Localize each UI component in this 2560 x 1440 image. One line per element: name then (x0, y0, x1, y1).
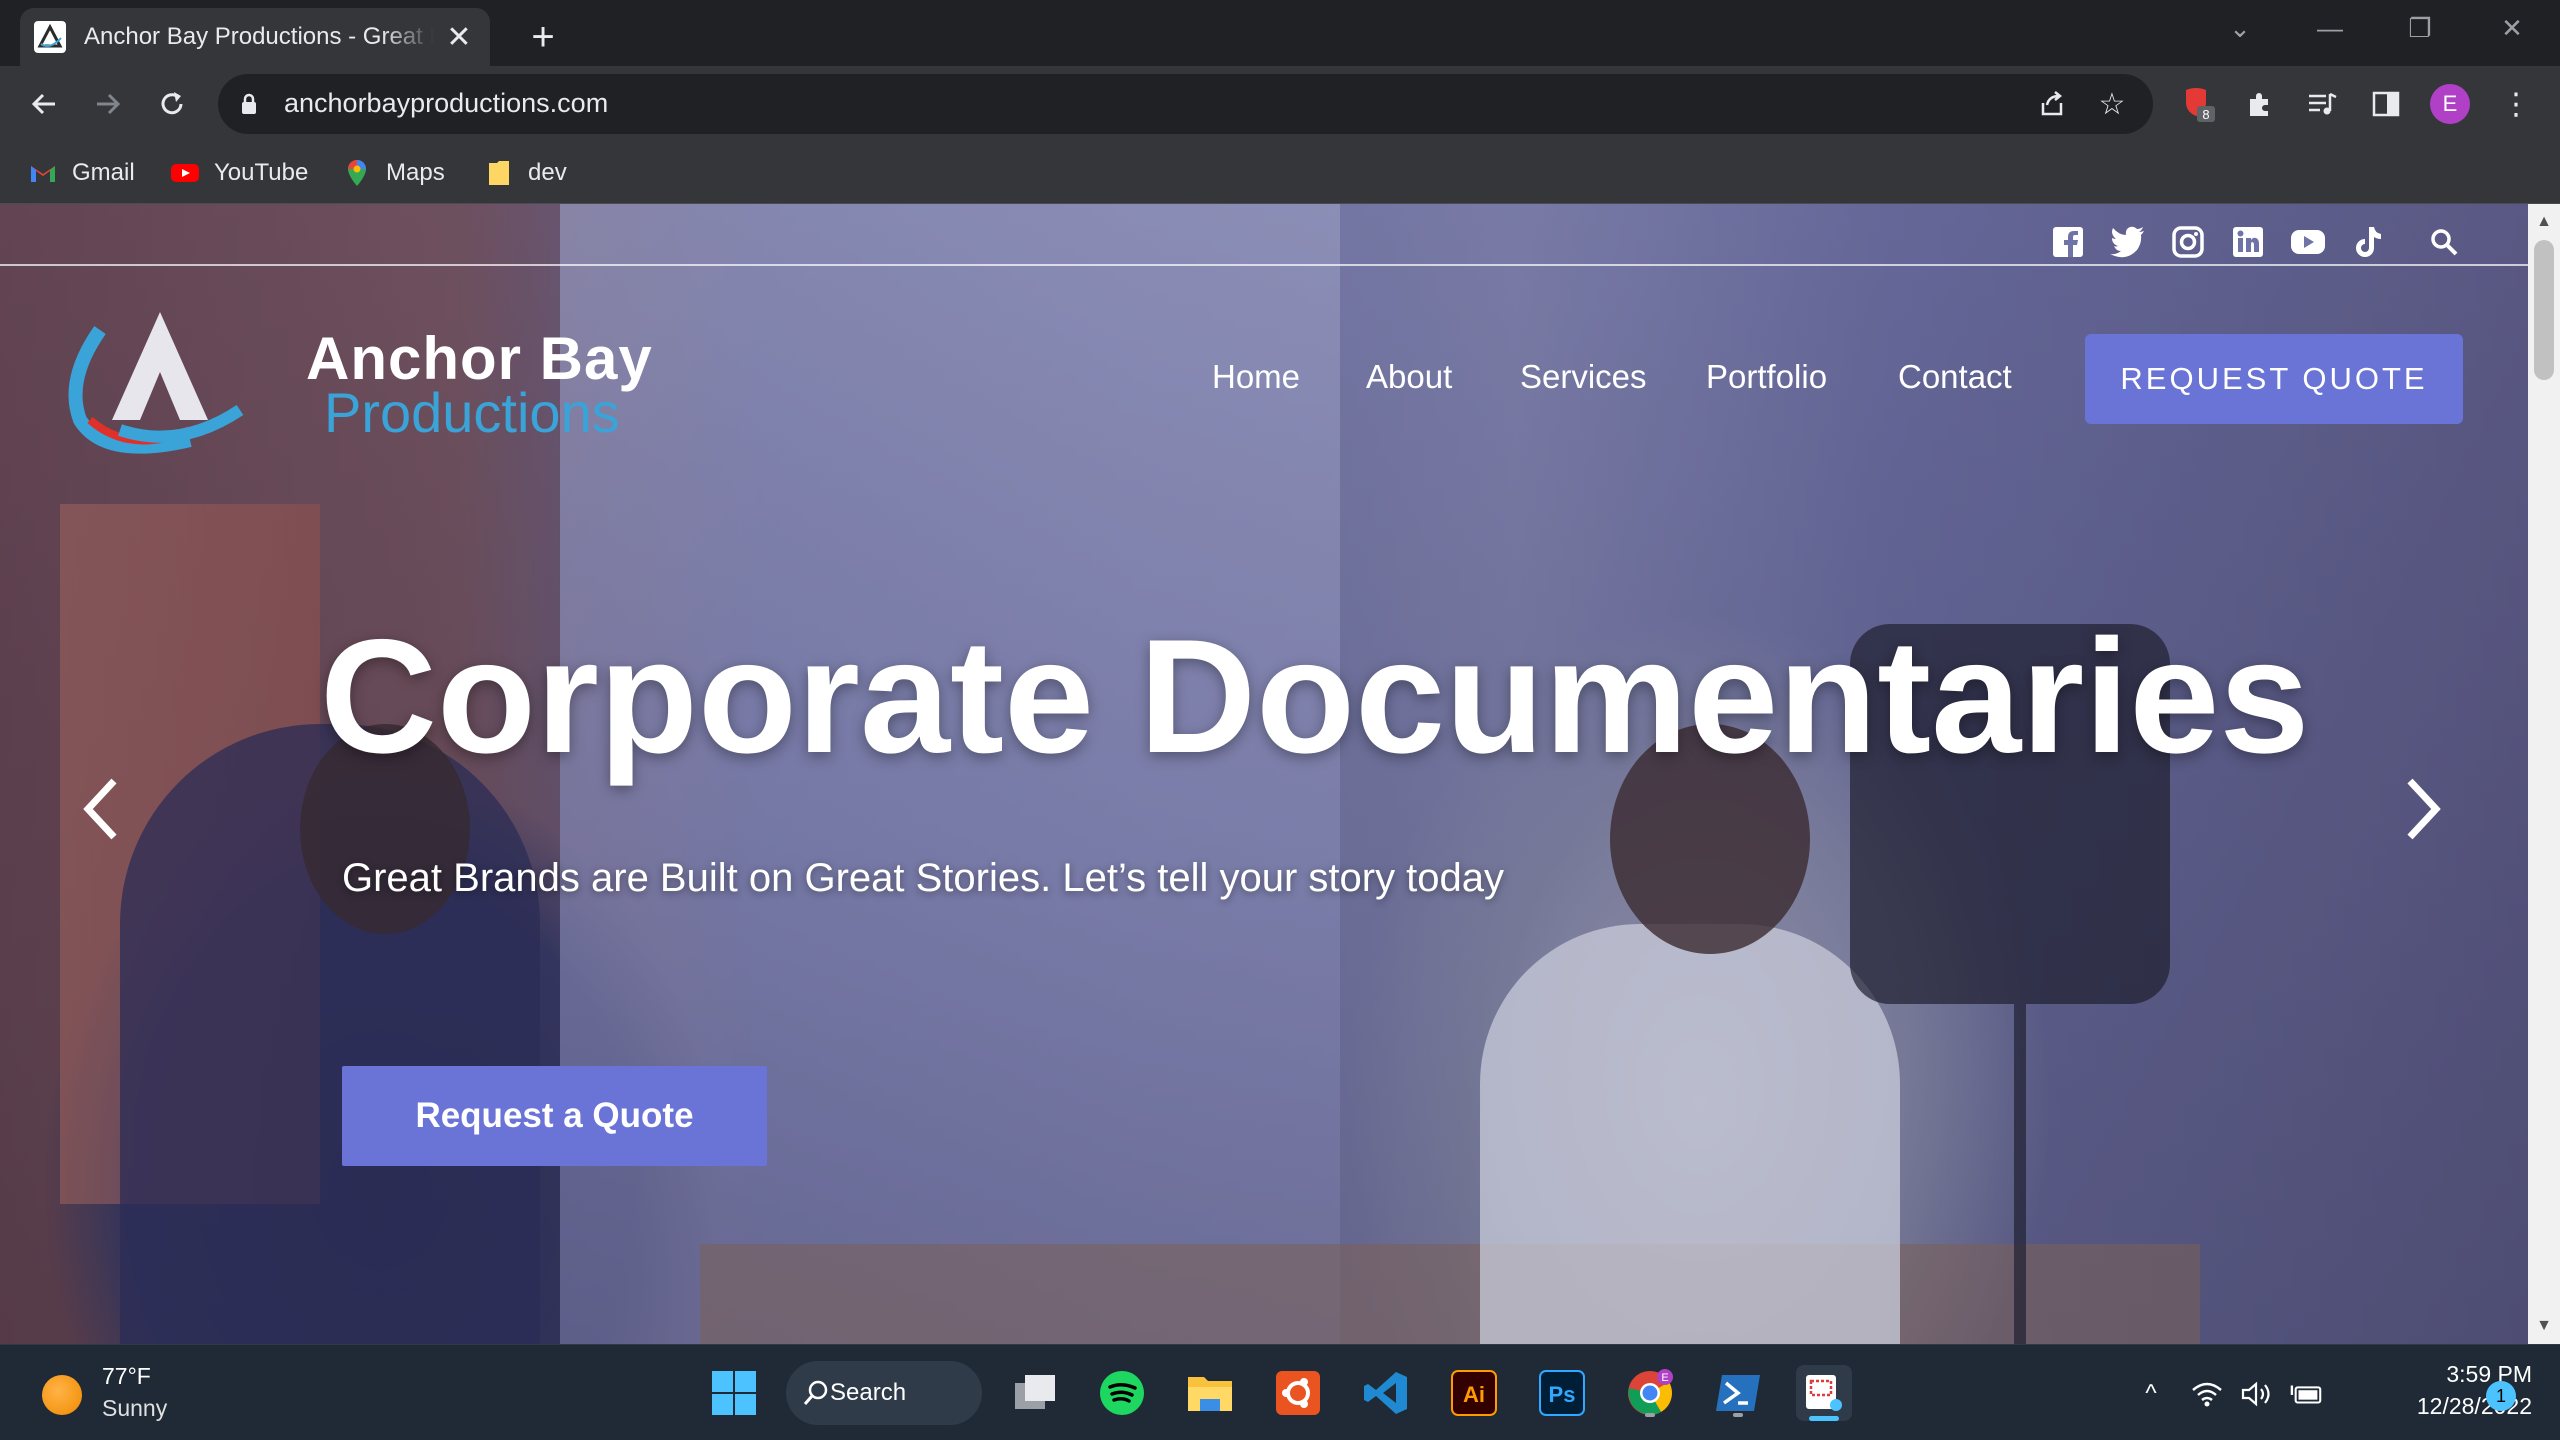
wifi-icon[interactable] (2190, 1377, 2224, 1411)
powershell-icon[interactable] (1710, 1365, 1766, 1421)
share-icon[interactable] (2034, 86, 2070, 122)
bookmark-label: YouTube (214, 159, 309, 186)
browser-toolbar: anchorbayproductions.com ☆ 8 E ⋮ (0, 66, 2560, 142)
header-divider (0, 264, 2528, 266)
extensions-puzzle-icon[interactable] (2238, 82, 2282, 126)
site-search-icon[interactable] (2424, 222, 2464, 262)
tiktok-icon[interactable] (2348, 222, 2388, 262)
running-indicator (1645, 1413, 1655, 1417)
slider-prev-arrow[interactable] (62, 764, 142, 854)
url-text[interactable]: anchorbayproductions.com (284, 88, 608, 119)
site-logo[interactable]: Anchor Bay Productions (60, 300, 660, 460)
task-view-icon[interactable] (1008, 1365, 1064, 1421)
bookmark-label: Maps (386, 159, 445, 186)
nav-contact[interactable]: Contact (1898, 358, 2012, 396)
taskbar: 77°F Sunny Search Ai Ps E ^ 3:59 PM 12/2… (0, 1344, 2560, 1440)
request-quote-button[interactable]: REQUEST QUOTE (2085, 334, 2463, 424)
snipping-tool-icon[interactable] (1796, 1365, 1852, 1421)
reload-button[interactable] (148, 80, 196, 128)
svg-text:Ai: Ai (1463, 1382, 1485, 1407)
tab-title: Anchor Bay Productions - Great B (84, 23, 434, 50)
volume-icon[interactable] (2240, 1377, 2274, 1411)
weather-temperature[interactable]: 77°F (102, 1363, 151, 1390)
folder-icon (484, 159, 514, 187)
profile-avatar[interactable]: E (2430, 84, 2470, 124)
forward-button[interactable] (84, 80, 132, 128)
bookmarks-bar: Gmail YouTube Maps dev (0, 142, 2560, 204)
file-explorer-icon[interactable] (1182, 1365, 1238, 1421)
nav-about[interactable]: About (1366, 358, 1452, 396)
bookmark-label: dev (528, 159, 567, 186)
restore-button[interactable]: ❐ (2390, 8, 2450, 48)
bookmark-folder-dev[interactable]: dev (484, 152, 567, 194)
side-panel-icon[interactable] (2364, 82, 2408, 126)
linkedin-icon[interactable] (2228, 222, 2268, 262)
illustrator-icon[interactable]: Ai (1446, 1365, 1502, 1421)
extension-badge: 8 (2202, 107, 2209, 122)
facebook-icon[interactable] (2048, 222, 2088, 262)
web-page: Anchor Bay Productions Home About Servic… (0, 204, 2528, 1344)
scroll-thumb[interactable] (2534, 240, 2554, 380)
slider-next-arrow[interactable] (2382, 764, 2462, 854)
close-window-button[interactable]: ✕ (2482, 8, 2542, 48)
tab-strip: Anchor Bay Productions - Great B ✕ + ⌄ —… (0, 0, 2560, 66)
photoshop-icon[interactable]: Ps (1534, 1365, 1590, 1421)
youtube-icon (170, 159, 200, 187)
instagram-icon[interactable] (2168, 222, 2208, 262)
scroll-down-arrow-icon[interactable]: ▼ (2528, 1312, 2560, 1340)
tab-close-icon[interactable]: ✕ (442, 20, 476, 54)
bookmark-star-icon[interactable]: ☆ (2094, 86, 2130, 122)
spotify-icon[interactable] (1094, 1365, 1150, 1421)
gmail-icon (28, 159, 58, 187)
search-icon (803, 1380, 828, 1405)
vscode-icon[interactable] (1358, 1365, 1414, 1421)
taskbar-search[interactable]: Search (786, 1361, 982, 1425)
svg-text:Ps: Ps (1549, 1382, 1576, 1407)
tab-search-chevron-icon[interactable]: ⌄ (2210, 8, 2270, 48)
chrome-taskbar-icon[interactable]: E (1622, 1365, 1678, 1421)
back-button[interactable] (20, 80, 68, 128)
minimize-button[interactable]: — (2300, 8, 2360, 48)
nav-home[interactable]: Home (1212, 358, 1300, 396)
lock-icon[interactable] (240, 92, 258, 121)
running-indicator (1733, 1413, 1743, 1417)
bookmark-label: Gmail (72, 159, 135, 186)
site-favicon-icon (34, 21, 66, 53)
address-bar[interactable]: anchorbayproductions.com ☆ (218, 74, 2153, 134)
active-app-indicator (1809, 1416, 1839, 1421)
logo-text-productions: Productions (324, 381, 620, 444)
new-tab-button[interactable]: + (520, 14, 566, 60)
reading-list-icon[interactable] (2300, 82, 2344, 126)
twitter-icon[interactable] (2108, 222, 2148, 262)
youtube-social-icon[interactable] (2288, 222, 2328, 262)
notification-badge[interactable]: 1 (2486, 1381, 2516, 1411)
hero-request-quote-button[interactable]: Request a Quote (342, 1066, 767, 1166)
page-scrollbar[interactable]: ▲ ▼ (2528, 204, 2560, 1344)
show-hidden-icons-chevron-icon[interactable]: ^ (2134, 1377, 2168, 1411)
bookmark-youtube[interactable]: YouTube (170, 152, 308, 194)
hero-title: Corporate Documentaries (320, 606, 2310, 787)
weather-sun-icon[interactable] (42, 1375, 82, 1415)
chrome-menu-icon[interactable]: ⋮ (2494, 82, 2538, 126)
extension-shield-icon[interactable]: 8 (2176, 82, 2220, 126)
scroll-up-arrow-icon[interactable]: ▲ (2528, 208, 2560, 236)
bookmark-gmail[interactable]: Gmail (28, 152, 135, 194)
chrome-profile-badge: E (1661, 1372, 1668, 1384)
logo-mark-icon (68, 312, 244, 454)
maps-icon (342, 159, 372, 187)
taskbar-search-label: Search (830, 1379, 907, 1406)
browser-tab[interactable]: Anchor Bay Productions - Great B ✕ (20, 8, 490, 66)
hero-subtitle: Great Brands are Built on Great Stories.… (342, 856, 1505, 900)
bookmark-maps[interactable]: Maps (342, 152, 445, 194)
battery-icon[interactable] (2290, 1377, 2324, 1411)
start-button[interactable] (706, 1365, 762, 1421)
nav-services[interactable]: Services (1520, 358, 1647, 396)
nav-portfolio[interactable]: Portfolio (1706, 358, 1827, 396)
weather-condition[interactable]: Sunny (102, 1395, 167, 1422)
ubuntu-icon[interactable] (1270, 1365, 1326, 1421)
